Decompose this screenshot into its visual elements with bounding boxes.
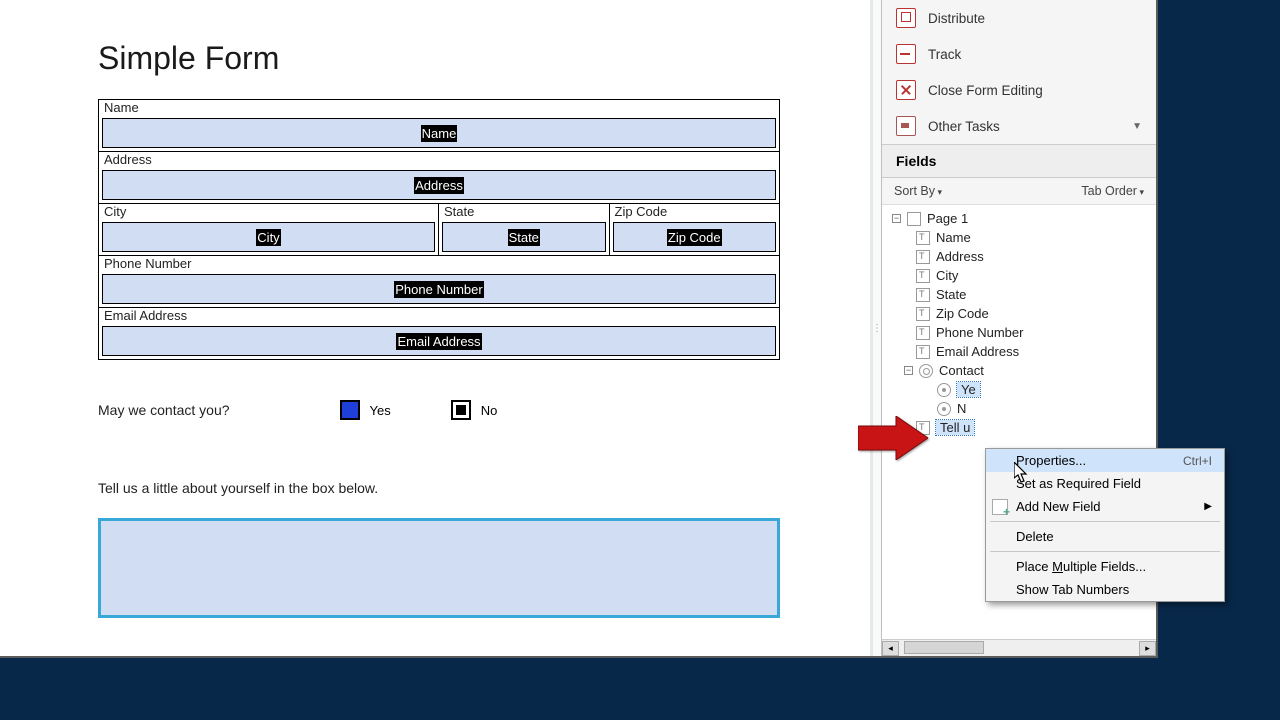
- phone-cell: Phone Number Phone Number: [99, 256, 779, 307]
- ctx-add-new-field[interactable]: Add New Field ▶: [986, 495, 1224, 518]
- phone-field[interactable]: Phone Number: [102, 274, 776, 304]
- tool-track[interactable]: Track: [882, 36, 1156, 72]
- city-label: City: [99, 204, 438, 219]
- add-field-icon: [992, 499, 1008, 515]
- radio-icon: [937, 402, 951, 416]
- zip-label: Zip Code: [610, 204, 780, 219]
- zip-field[interactable]: Zip Code: [613, 222, 777, 252]
- tree-field-phone[interactable]: Phone Number: [882, 323, 1156, 342]
- text-field-icon: [916, 250, 930, 264]
- zip-cell: Zip Code Zip Code: [610, 204, 780, 255]
- chevron-down-icon: ▼: [1132, 121, 1142, 132]
- page-icon: [907, 212, 921, 226]
- text-field-icon: [916, 345, 930, 359]
- distribute-icon: [896, 8, 916, 28]
- text-field-icon: [916, 307, 930, 321]
- text-field-icon: [916, 326, 930, 340]
- name-cell: Name Name: [99, 100, 779, 151]
- scroll-right-button[interactable]: ▸: [1139, 641, 1156, 656]
- state-label: State: [439, 204, 609, 219]
- horizontal-scrollbar[interactable]: ◂ ▸: [882, 639, 1156, 656]
- text-field-icon: [916, 288, 930, 302]
- state-cell: State State: [439, 204, 610, 255]
- callout-arrow-icon: [858, 416, 928, 460]
- close-form-icon: [896, 80, 916, 100]
- address-field[interactable]: Address: [102, 170, 776, 200]
- name-field[interactable]: Name: [102, 118, 776, 148]
- tool-other-tasks[interactable]: Other Tasks ▼: [882, 108, 1156, 144]
- radio-no-label: No: [481, 403, 498, 418]
- textarea-instruction: Tell us a little about yourself in the b…: [98, 480, 780, 496]
- collapse-icon[interactable]: −: [904, 366, 913, 375]
- contact-question-row: May we contact you? Yes No: [98, 400, 780, 420]
- tree-field-city[interactable]: City: [882, 266, 1156, 285]
- radio-no[interactable]: No: [451, 400, 498, 420]
- name-label: Name: [99, 100, 779, 115]
- text-field-icon: [916, 269, 930, 283]
- scroll-thumb[interactable]: [904, 641, 984, 654]
- tree-field-address[interactable]: Address: [882, 247, 1156, 266]
- ctx-properties-shortcut: Ctrl+I: [1183, 454, 1212, 468]
- text-field-icon: [916, 231, 930, 245]
- scroll-track[interactable]: [899, 641, 1139, 656]
- collapse-icon[interactable]: −: [892, 214, 901, 223]
- contact-question: May we contact you?: [98, 402, 230, 418]
- address-cell: Address Address: [99, 152, 779, 203]
- scroll-left-button[interactable]: ◂: [882, 641, 899, 656]
- radio-group-icon: [919, 364, 933, 378]
- form-title: Simple Form: [98, 40, 780, 77]
- document-area: Simple Form Name Name Address Address: [0, 0, 873, 656]
- tree-contact-group[interactable]: − Contact: [882, 361, 1156, 380]
- ctx-delete[interactable]: Delete: [986, 525, 1224, 548]
- sort-bar: Sort By Tab Order: [882, 178, 1156, 205]
- sort-by-dropdown[interactable]: Sort By: [894, 184, 942, 198]
- city-field[interactable]: City: [102, 222, 435, 252]
- address-label: Address: [99, 152, 779, 167]
- email-label: Email Address: [99, 308, 779, 323]
- ctx-place-multiple[interactable]: Place Multiple Fields...: [986, 555, 1224, 578]
- tree-radio-yes[interactable]: Ye: [882, 380, 1156, 399]
- about-textarea[interactable]: [98, 518, 780, 618]
- mouse-cursor-icon: [1014, 462, 1032, 487]
- radio-no-control[interactable]: [451, 400, 471, 420]
- tool-distribute[interactable]: Distribute: [882, 0, 1156, 36]
- tool-close-form-editing[interactable]: Close Form Editing: [882, 72, 1156, 108]
- form-page: Simple Form Name Name Address Address: [0, 0, 870, 656]
- radio-yes-control[interactable]: [340, 400, 360, 420]
- form-fields: Name Name Address Address City City: [98, 99, 780, 360]
- panel-resize-grip[interactable]: ⋮: [873, 0, 881, 656]
- fields-section-header: Fields: [882, 144, 1156, 178]
- tree-field-name[interactable]: Name: [882, 228, 1156, 247]
- phone-label: Phone Number: [99, 256, 779, 271]
- email-field[interactable]: Email Address: [102, 326, 776, 356]
- ctx-show-tab-numbers[interactable]: Show Tab Numbers: [986, 578, 1224, 601]
- tree-page-node[interactable]: − Page 1: [882, 209, 1156, 228]
- track-icon: [896, 44, 916, 64]
- tree-field-state[interactable]: State: [882, 285, 1156, 304]
- tree-field-email[interactable]: Email Address: [882, 342, 1156, 361]
- tab-order-dropdown[interactable]: Tab Order: [1081, 184, 1144, 198]
- state-field[interactable]: State: [442, 222, 606, 252]
- email-cell: Email Address Email Address: [99, 308, 779, 359]
- radio-yes[interactable]: Yes: [340, 400, 391, 420]
- submenu-arrow-icon: ▶: [1204, 501, 1212, 512]
- tree-field-zip[interactable]: Zip Code: [882, 304, 1156, 323]
- other-tasks-icon: [896, 116, 916, 136]
- radio-icon: [937, 383, 951, 397]
- city-cell: City City: [99, 204, 439, 255]
- radio-yes-label: Yes: [370, 403, 391, 418]
